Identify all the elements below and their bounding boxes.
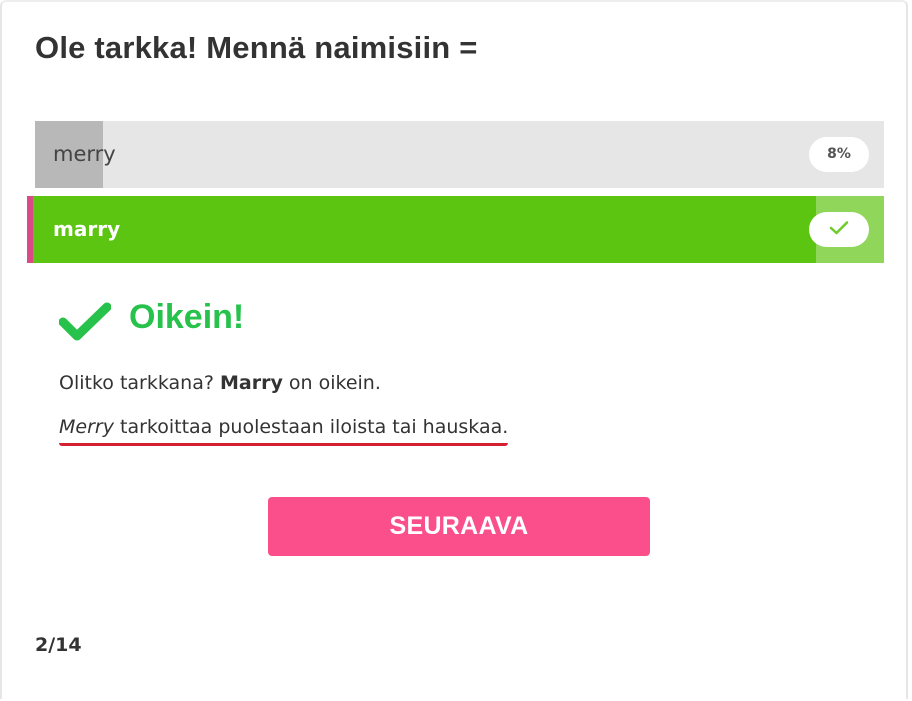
percentage-badge: 8% — [809, 137, 869, 172]
explanation-text: Olitko tarkkana? — [59, 372, 220, 394]
result-title: Oikein! — [129, 298, 245, 336]
explanation-line-1: Olitko tarkkana? Marry on oikein. — [59, 372, 381, 394]
explanation-italic-word: Merry — [59, 416, 114, 438]
question-title: Ole tarkka! Mennä naimisiin = — [35, 30, 478, 65]
explanation-bold-word: Marry — [219, 372, 283, 394]
selected-accent — [27, 196, 33, 263]
answer-option-marry[interactable]: marry — [27, 196, 884, 263]
explanation-text: on oikein. — [282, 372, 381, 394]
check-icon — [829, 220, 849, 234]
quiz-card: Ole tarkka! Mennä naimisiin = merry 8% m… — [0, 0, 908, 699]
question-progress: 2/14 — [35, 634, 82, 656]
big-check-icon — [59, 302, 111, 341]
next-button[interactable]: SEURAAVA — [268, 497, 650, 556]
explanation-line-2: Merry tarkoittaa puolestaan iloista tai … — [59, 416, 509, 446]
answer-option-merry[interactable]: merry 8% — [35, 121, 884, 188]
answer-label: merry — [53, 142, 116, 166]
correct-badge — [809, 212, 869, 247]
answer-label: marry — [53, 217, 121, 241]
explanation-text: tarkoittaa puolestaan iloista tai hauska… — [113, 416, 509, 438]
